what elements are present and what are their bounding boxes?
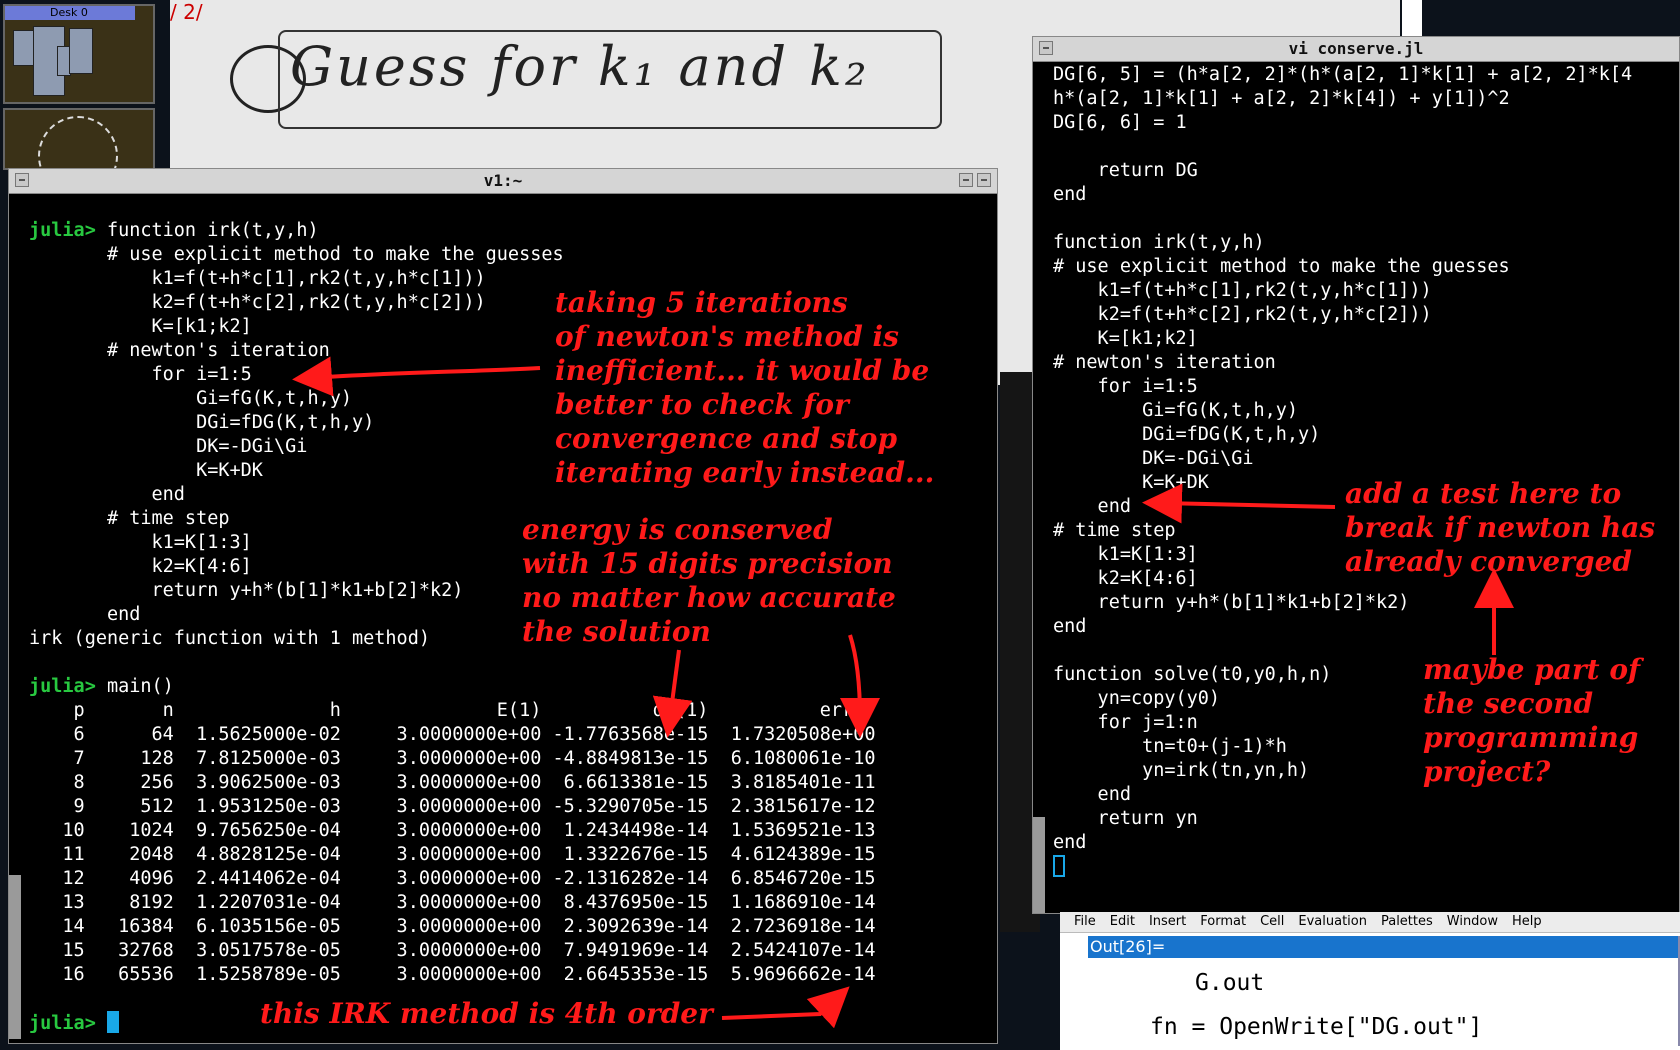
- annotation-newton: taking 5 iterations of newton's method i…: [555, 286, 935, 489]
- terminal-line: 6 64 1.5625000e-02 3.0000000e+00 -1.7763…: [29, 724, 876, 745]
- terminal-line: 10 1024 9.7656250e-04 3.0000000e+00 1.24…: [29, 820, 876, 841]
- notebook-menubar: File Edit Insert Format Cell Evaluation Palett…: [1060, 912, 1680, 933]
- input-cell-line[interactable]: fn = OpenWrite["DG.out"]: [1150, 1014, 1482, 1040]
- menu-item-insert[interactable]: Insert: [1149, 914, 1186, 929]
- window-title: vi conserve.jl: [1288, 39, 1424, 58]
- terminal-line: DG[6, 6] = 1: [1053, 112, 1187, 133]
- background-window-edge: [1402, 0, 1422, 40]
- annotation-break-test: add a test here to break if newton has a…: [1345, 477, 1656, 578]
- menu-item-file[interactable]: File: [1074, 914, 1096, 929]
- terminal-line: for i=1:5: [1053, 376, 1198, 397]
- menu-item-format[interactable]: Format: [1200, 914, 1246, 929]
- pager-window-thumb: [13, 30, 35, 66]
- terminal-line: return y+h*(b[1]*k1+b[2]*k2): [1053, 592, 1410, 613]
- terminal-line: 12 4096 2.4414062e-04 3.0000000e+00 -2.1…: [29, 868, 876, 889]
- terminal-line: julia> main(): [29, 676, 174, 697]
- terminal-line: end: [1053, 832, 1087, 853]
- maximize-icon[interactable]: [977, 173, 991, 187]
- menu-item-palettes[interactable]: Palettes: [1381, 914, 1433, 929]
- pager-label: Desk 0: [5, 6, 135, 20]
- terminal-line: end: [1053, 616, 1087, 637]
- scrollbar-thumb[interactable]: [9, 875, 21, 1039]
- terminal-line: # use explicit method to make the guesse…: [1053, 256, 1510, 277]
- terminal-line: DK=-DGi\Gi: [1053, 448, 1254, 469]
- terminal-line: DGi=fDG(K,t,h,y): [1053, 424, 1321, 445]
- terminal-line: k1=f(t+h*c[1],rk2(t,y,h*c[1])): [1053, 280, 1432, 301]
- pager-window-thumb: [69, 28, 93, 74]
- terminal-line: 16 65536 1.5258789e-05 3.0000000e+00 2.6…: [29, 964, 876, 985]
- scrollbar-thumb[interactable]: [1033, 817, 1045, 913]
- terminal-line: 13 8192 1.2207031e-04 3.0000000e+00 8.43…: [29, 892, 876, 913]
- terminal-line: return yn: [1053, 808, 1198, 829]
- terminal-line: Gi=fG(K,t,h,y): [1053, 400, 1299, 421]
- text-cursor: [106, 1011, 119, 1033]
- terminal-line: K=[k1;k2]: [1053, 328, 1198, 349]
- annotation-energy: energy is conserved with 15 digits preci…: [522, 513, 896, 648]
- julia-prompt: julia>: [29, 676, 107, 697]
- terminal-line: DG[6, 5] = (h*a[2, 2]*(h*(a[2, 1]*k[1] +…: [1053, 64, 1633, 85]
- window-menu-icon[interactable]: [15, 173, 29, 187]
- terminal-line: h*(a[2, 1]*k[1] + a[2, 2]*k[4]) + y[1])^…: [1053, 88, 1510, 109]
- terminal-line: 9 512 1.9531250e-03 3.0000000e+00 -5.329…: [29, 796, 876, 817]
- terminal-line: end: [1053, 184, 1087, 205]
- annotation-project: maybe part of the second programming pro…: [1423, 653, 1641, 788]
- menu-item-cell[interactable]: Cell: [1260, 914, 1284, 929]
- terminal-line: return DG: [1053, 160, 1198, 181]
- window-titlebar[interactable]: vi conserve.jl: [1033, 37, 1679, 62]
- terminal-line: 14 16384 6.1035156e-05 3.0000000e+00 2.3…: [29, 916, 876, 937]
- julia-prompt: julia>: [29, 1013, 107, 1034]
- menu-item-evaluation[interactable]: Evaluation: [1298, 914, 1367, 929]
- mathematica-notebook[interactable]: File Edit Insert Format Cell Evaluation Palett…: [1060, 912, 1680, 1050]
- desktop-pager[interactable]: Desk 0: [3, 4, 155, 104]
- output-cell-value: G.out: [1195, 970, 1265, 996]
- terminal-line: julia> function irk(t,y,h): [29, 220, 319, 241]
- terminal-line: [1053, 855, 1673, 879]
- notes-heading: Guess for k₁ and k₂: [290, 35, 870, 98]
- terminal-line: 7 128 7.8125000e-03 3.0000000e+00 -4.884…: [29, 748, 876, 769]
- terminal-line: 11 2048 4.8828125e-04 3.0000000e+00 1.33…: [29, 844, 876, 865]
- terminal-line: # newton's iteration: [1053, 352, 1276, 373]
- cell-bracket[interactable]: [1672, 936, 1680, 1046]
- terminal-line: p n h E(1) dE(1) error: [29, 700, 876, 721]
- minimize-icon[interactable]: [959, 173, 973, 187]
- terminal-line: function irk(t,y,h): [1053, 232, 1265, 253]
- terminal-line: 8 256 3.9062500e-03 3.0000000e+00 6.6613…: [29, 772, 876, 793]
- terminal-line: 15 32768 3.0517578e-05 3.0000000e+00 7.9…: [29, 940, 876, 961]
- notes-top-text: / 2/: [170, 0, 203, 24]
- menu-item-window[interactable]: Window: [1447, 914, 1498, 929]
- menu-item-edit[interactable]: Edit: [1110, 914, 1135, 929]
- menu-item-help[interactable]: Help: [1512, 914, 1542, 929]
- window-titlebar[interactable]: v1:~: [9, 169, 997, 194]
- julia-prompt: julia>: [29, 220, 107, 241]
- terminal-line: # use explicit method to make the guesse…: [29, 244, 564, 265]
- text-cursor: [1053, 855, 1065, 877]
- window-title: v1:~: [483, 171, 523, 190]
- terminal-line: k2=f(t+h*c[2],rk2(t,y,h*c[2])): [1053, 304, 1432, 325]
- desktop-clock: [3, 108, 155, 196]
- annotation-order: this IRK method is 4th order: [260, 997, 713, 1030]
- window-menu-icon[interactable]: [1039, 41, 1053, 55]
- output-cell-label[interactable]: Out[26]=: [1088, 936, 1680, 958]
